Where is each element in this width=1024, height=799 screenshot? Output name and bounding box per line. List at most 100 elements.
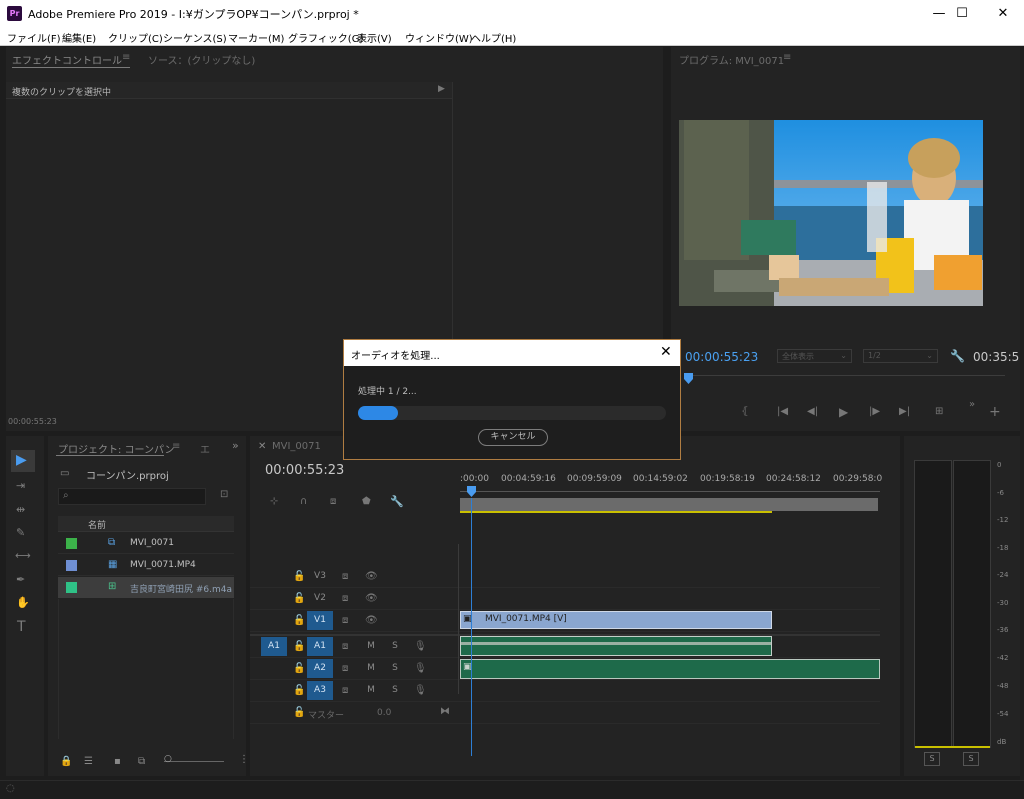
zoom-select[interactable]: 全体表示 ⌄ (777, 349, 852, 363)
dialog-close-button[interactable]: ✕ (660, 344, 672, 360)
insert-sequence-icon[interactable]: ⊹ (270, 496, 278, 507)
lock-track-icon[interactable]: 🔓 (293, 685, 305, 696)
label-color-swatch[interactable] (66, 582, 77, 593)
step-forward-icon[interactable]: |▶ (869, 406, 880, 417)
more-controls-icon[interactable]: » (969, 399, 975, 410)
label-color-swatch[interactable] (66, 538, 77, 549)
eye-icon[interactable]: 👁 (365, 615, 378, 626)
tab-effect-controls[interactable]: エフェクトコントロール (12, 52, 122, 67)
master-volume[interactable]: 0.0 (377, 708, 391, 718)
timeline-playhead-icon[interactable] (466, 486, 478, 498)
export-frame-icon[interactable]: ⊞ (935, 406, 943, 417)
mute-button[interactable]: M (358, 637, 384, 656)
pen-tool-icon[interactable]: ✒ (16, 573, 25, 586)
go-to-out-icon[interactable]: ▶| (899, 406, 910, 417)
panel-overflow-icon[interactable]: » (232, 439, 239, 452)
timeline-timecode[interactable]: 00:00:55:23 (265, 463, 344, 478)
sync-lock-icon[interactable]: ⧈ (342, 593, 348, 604)
sync-lock-icon[interactable]: ⧈ (342, 641, 348, 652)
tab-source[interactable]: ソース：(クリップなし) (148, 52, 255, 67)
timeline-ruler[interactable] (460, 488, 880, 492)
menu-file[interactable]: ファイル(F) (7, 30, 61, 45)
audio-clip-a2[interactable]: ▣ (460, 659, 880, 679)
effect-panel-menu-icon[interactable]: ≡ (122, 52, 130, 63)
program-timecode[interactable]: 00:00:55:23 (685, 350, 758, 364)
solo-button[interactable]: S (382, 637, 408, 656)
list-view-icon[interactable]: ☰ (84, 756, 93, 767)
source-patch-a1[interactable]: A1 (261, 637, 287, 656)
more-options-icon[interactable]: ⋮ (239, 754, 249, 765)
audio-clip-a1[interactable] (460, 636, 772, 656)
microphone-icon[interactable]: 🎙 (414, 663, 427, 674)
track-label-v3[interactable]: V3 (307, 567, 333, 586)
type-tool-icon[interactable]: T (17, 619, 26, 635)
track-target-a2[interactable]: A2 (307, 659, 333, 678)
menu-view[interactable]: 表示(V) (357, 30, 392, 45)
cancel-button[interactable]: キャンセル (478, 429, 548, 446)
menu-graphics[interactable]: グラフィック(G) (288, 30, 363, 45)
razor-tool-icon[interactable]: ✎ (16, 526, 25, 539)
timeline-settings-icon[interactable]: 🔧 (390, 495, 404, 508)
snap-icon[interactable]: ∩ (300, 496, 307, 507)
menu-marker[interactable]: マーカー(M) (228, 30, 284, 45)
column-header[interactable]: 名前 (58, 516, 234, 532)
lock-icon[interactable]: 🔒 (60, 756, 72, 767)
linked-selection-icon[interactable]: ⧈ (330, 496, 336, 507)
program-video-frame[interactable] (679, 120, 983, 306)
lock-track-icon[interactable]: 🔓 (293, 707, 305, 718)
menu-clip[interactable]: クリップ(C) (108, 30, 163, 45)
close-tab-icon[interactable]: ✕ (258, 441, 266, 452)
freeform-view-icon[interactable]: ⧉ (138, 756, 145, 767)
list-item[interactable]: ▦ MVI_0071.MP4 (58, 555, 234, 576)
project-search-input[interactable]: ⌕ (58, 488, 206, 505)
menu-sequence[interactable]: シーケンス(S) (163, 30, 227, 45)
slip-tool-icon[interactable]: ⟷ (15, 549, 31, 562)
tab-timeline[interactable]: MVI_0071 (272, 441, 321, 452)
video-clip[interactable]: ▣ MVI_0071.MP4 [V] (460, 611, 772, 629)
solo-button[interactable]: S (382, 681, 408, 700)
eye-icon[interactable]: 👁 (365, 593, 378, 604)
add-button-icon[interactable]: + (989, 404, 1001, 420)
solo-button[interactable]: S (382, 659, 408, 678)
icon-view-icon[interactable]: ▪ (114, 756, 121, 767)
list-item[interactable]: ⧉ MVI_0071 (58, 533, 234, 554)
timeline-scrollbar[interactable] (460, 498, 878, 511)
menu-edit[interactable]: 編集(E) (62, 30, 96, 45)
menu-help[interactable]: ヘルプ(H) (471, 30, 516, 45)
wrench-icon[interactable]: 🔧 (950, 349, 965, 363)
list-item-selected[interactable]: ⊞ 吉良町宮崎田尻 #6.m4a (58, 577, 234, 598)
hand-tool-icon[interactable]: ✋ (16, 596, 30, 609)
lock-track-icon[interactable]: 🔓 (293, 593, 305, 604)
play-arrow-icon[interactable]: ▶ (438, 84, 445, 94)
sync-lock-icon[interactable]: ⧈ (342, 615, 348, 626)
track-label-v2[interactable]: V2 (307, 589, 333, 608)
add-marker-icon[interactable]: ⬟ (362, 496, 371, 507)
track-target-a1[interactable]: A1 (307, 637, 333, 656)
project-panel-menu-icon[interactable]: ≡ (172, 441, 180, 452)
mute-button[interactable]: M (358, 659, 384, 678)
mute-button[interactable]: M (358, 681, 384, 700)
new-bin-icon[interactable]: ⊡ (220, 489, 228, 500)
playhead-icon[interactable] (683, 373, 695, 385)
lock-track-icon[interactable]: 🔓 (293, 663, 305, 674)
close-window-button[interactable]: ✕ (980, 0, 1024, 27)
label-color-swatch[interactable] (66, 560, 77, 571)
microphone-icon[interactable]: 🎙 (414, 641, 427, 652)
solo-right-button[interactable]: S (963, 752, 979, 766)
track-target-v1[interactable]: V1 (307, 611, 333, 630)
lock-track-icon[interactable]: 🔓 (293, 571, 305, 582)
zoom-slider[interactable] (164, 761, 224, 762)
solo-left-button[interactable]: S (924, 752, 940, 766)
sync-lock-icon[interactable]: ⧈ (342, 685, 348, 696)
resolution-select[interactable]: 1/2 ⌄ (863, 349, 938, 363)
tab-effects-truncated[interactable]: エ (200, 441, 210, 456)
track-target-a3[interactable]: A3 (307, 681, 333, 700)
tab-project[interactable]: プロジェクト: コーンパン (58, 441, 175, 456)
ripple-edit-tool-icon[interactable]: ⇹ (16, 503, 25, 516)
lock-track-icon[interactable]: 🔓 (293, 615, 305, 626)
selection-tool-icon[interactable]: ▶ (16, 452, 27, 468)
step-back-icon[interactable]: ◀| (807, 406, 818, 417)
program-scrubber[interactable] (685, 375, 1005, 376)
go-to-end-icon[interactable]: ⧓ (440, 706, 450, 717)
microphone-icon[interactable]: 🎙 (414, 685, 427, 696)
